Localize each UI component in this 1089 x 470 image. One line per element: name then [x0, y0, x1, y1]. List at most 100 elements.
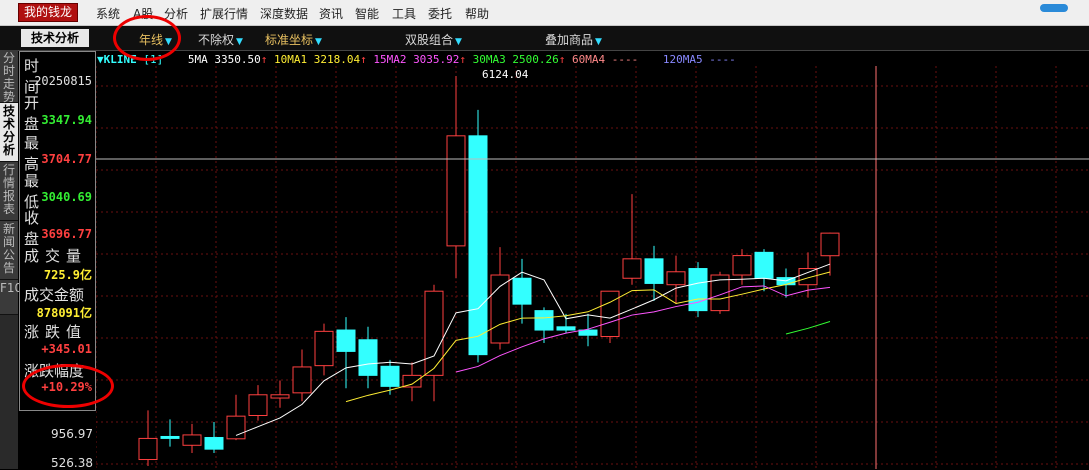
candle-body [446, 135, 466, 247]
volume-label: 成交量 [24, 247, 88, 265]
chevron-down-icon: ▼ [315, 37, 322, 47]
open-value: 3347.94 [41, 113, 92, 127]
rights-label: 不除权 [198, 33, 235, 47]
candle-body [688, 268, 708, 312]
candle [622, 194, 642, 285]
dual-selector[interactable]: 双股组合 ▼ [405, 31, 462, 48]
candle [358, 326, 378, 389]
low-value: 3040.69 [41, 190, 92, 204]
candle-body [160, 435, 180, 439]
candle-body [512, 277, 532, 305]
y-axis-label: 526.38 [51, 456, 93, 470]
arrow-up-icon: ↑ [459, 53, 467, 66]
candle [336, 317, 356, 389]
amount-value: 878091亿 [36, 306, 92, 320]
menu-news[interactable]: 资讯 [319, 5, 343, 22]
candle-body [314, 330, 334, 367]
candle-body [248, 394, 268, 417]
candle [490, 247, 510, 350]
sidetab-intraday[interactable]: 分时走势 [0, 50, 18, 104]
chart-grid [96, 66, 1089, 469]
candle [270, 380, 290, 408]
rights-selector[interactable]: 不除权 ▼ [198, 31, 243, 48]
coords-label: 标准坐标 [265, 33, 314, 47]
tab-technical-analysis[interactable]: 技术分析 [21, 29, 89, 47]
annotation-circle [113, 15, 181, 61]
volume-value: 725.9亿 [43, 268, 92, 282]
kline-chart[interactable]: 6124.04 [96, 66, 1089, 469]
candle-body [490, 274, 510, 344]
candle [248, 385, 268, 421]
legend-ma10: 10MA1 3218.04 [273, 53, 361, 66]
change-value: +345.01 [41, 342, 92, 356]
ma15-line [455, 285, 831, 373]
candle [138, 410, 158, 466]
candle [314, 323, 334, 376]
side-tabs: 分时走势 技术分析 行情报表 新闻公告 F10 [0, 50, 22, 469]
candle-body [292, 366, 312, 394]
ma-legend: ▼KLINE [1] 5MA 3350.50↑ 10MA1 3218.04↑ 1… [97, 53, 736, 66]
sidetab-news[interactable]: 新闻公告 [0, 221, 18, 280]
menu-system[interactable]: 系统 [96, 5, 120, 22]
candle [402, 362, 422, 402]
close-value: 3696.77 [41, 227, 92, 241]
candle [754, 249, 774, 292]
overlay-label: 叠加商品 [545, 33, 594, 47]
chevron-down-icon: ▼ [595, 37, 602, 47]
candle-body [820, 232, 840, 257]
candle-body [468, 135, 488, 356]
overlay-selector[interactable]: 叠加商品 ▼ [545, 31, 602, 48]
search-toggle[interactable] [1040, 4, 1068, 12]
menu-depth-data[interactable]: 深度数据 [260, 5, 308, 22]
candle-body [666, 271, 686, 286]
candle-body [644, 258, 664, 284]
sidetab-technical[interactable]: 技术分析 [0, 103, 18, 162]
coords-selector[interactable]: 标准坐标 ▼ [265, 31, 322, 48]
candle-body [600, 290, 620, 338]
legend-ma60: 60MA4 ---- [572, 53, 639, 66]
candle [160, 419, 180, 447]
candle-body [556, 326, 576, 331]
chevron-down-icon: ▼ [455, 37, 462, 47]
high-value: 3704.77 [41, 152, 92, 166]
candle-body [270, 394, 290, 399]
legend-ma15: 15MA2 3035.92 [373, 53, 460, 66]
candle-body [534, 310, 554, 331]
app-logo[interactable]: 我的钱龙 [18, 3, 79, 22]
sidetab-quotes[interactable]: 行情报表 [0, 162, 18, 221]
candle-body [380, 365, 400, 387]
candle-body [622, 258, 642, 279]
time-value: 20250815 [34, 74, 92, 88]
arrow-up-icon: ↑ [360, 53, 367, 66]
peak-label: 6124.04 [482, 68, 529, 81]
candle-body [336, 329, 356, 352]
ma30-line [785, 320, 831, 335]
menu-trade[interactable]: 委托 [428, 5, 452, 22]
legend-ma5: 5MA 3350.50 [187, 53, 261, 66]
candle [820, 232, 840, 276]
arrow-up-icon: ↑ [558, 53, 566, 66]
candle-body [138, 437, 158, 461]
candle [182, 423, 202, 454]
menu-smart[interactable]: 智能 [355, 5, 379, 22]
candle [666, 255, 686, 305]
y-axis-label: 956.97 [51, 427, 93, 441]
quote-info-panel: 时间 20250815 开盘 3347.94 最高 3704.77 最低 304… [19, 51, 96, 411]
candle-body [182, 434, 202, 446]
candle [688, 262, 708, 318]
candle-body [732, 255, 752, 276]
candle-body [204, 437, 224, 450]
candle [512, 258, 532, 324]
chevron-down-icon: ▼ [236, 37, 243, 47]
menu-extended-quotes[interactable]: 扩展行情 [200, 5, 248, 22]
menu-tools[interactable]: 工具 [392, 5, 416, 22]
menu-help[interactable]: 帮助 [465, 5, 489, 22]
candle-body [754, 251, 774, 279]
candle [468, 109, 488, 363]
sidetab-f10[interactable]: F10 [0, 280, 22, 315]
change-label: 涨跌值 [24, 323, 88, 341]
candle-body [402, 374, 422, 388]
annotation-circle [22, 364, 114, 408]
candles [138, 76, 840, 466]
candle-body [424, 290, 444, 376]
